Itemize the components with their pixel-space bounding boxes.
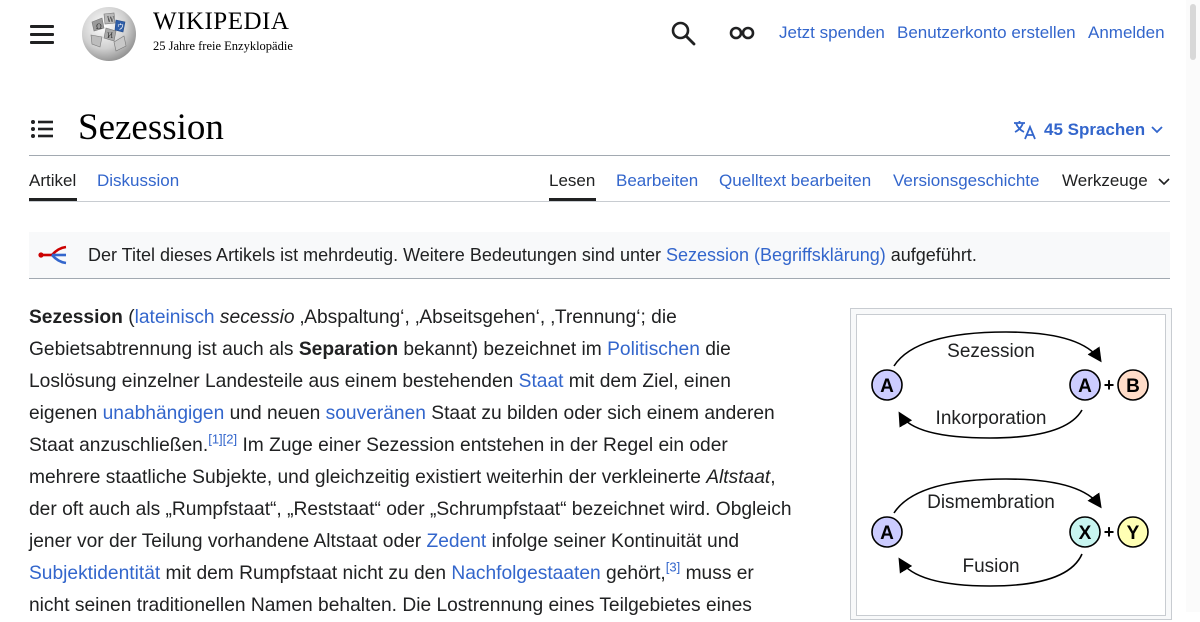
plus-sign: +: [1104, 375, 1115, 395]
node-x-label: X: [1079, 523, 1092, 544]
link-subjektidentitaet[interactable]: Subjektidentität: [29, 563, 160, 584]
link-souveraenen[interactable]: souveränen: [326, 403, 426, 424]
hatnote-text-before: Der Titel dieses Artikels ist mehrdeutig…: [88, 245, 666, 265]
wikipedia-tagline: 25 Jahre freie Enzyklopädie: [153, 39, 293, 53]
dismembration-label: Dismembration: [927, 492, 1055, 513]
tools-label: Werkzeuge: [1062, 171, 1148, 190]
tabs-divider: [29, 201, 1170, 202]
wikipedia-wordmark[interactable]: WIKIPEDIA: [153, 8, 289, 36]
incorporation-label: Inkorporation: [936, 408, 1047, 429]
tab-edit[interactable]: Bearbeiten: [616, 171, 698, 191]
text-run: mit dem Rumpfstaat nicht zu den: [160, 563, 452, 584]
link-nachfolgestaaten[interactable]: Nachfolgestaaten: [451, 563, 600, 584]
paragraph-line: Subjektidentität mit dem Rumpfstaat nich…: [29, 558, 829, 590]
text-run: gehört,: [600, 563, 666, 584]
link-lateinisch[interactable]: lateinisch: [135, 307, 215, 328]
text-run: Staat anzuschließen.: [29, 435, 209, 456]
table-of-contents-icon[interactable]: [30, 118, 54, 140]
translate-icon: [1014, 121, 1036, 140]
tab-discussion[interactable]: Diskussion: [97, 171, 179, 191]
reference-link[interactable]: [1]: [208, 432, 222, 447]
svg-text:И: И: [107, 32, 113, 40]
link-zedent[interactable]: Zedent: [427, 531, 487, 552]
donate-link[interactable]: Jetzt spenden: [779, 23, 885, 43]
scrollbar-thumb[interactable]: [1190, 4, 1196, 60]
text-run: mehrere staatliche Subjekte, und gleichz…: [29, 467, 707, 488]
language-button[interactable]: 45 Sprachen: [1012, 117, 1163, 143]
text-run: ,: [770, 467, 776, 488]
text-run: infolge seiner Kontinuität und: [486, 531, 740, 552]
svg-text:ウ: ウ: [117, 23, 124, 31]
paragraph-line: Gebietsabtrennung ist auch als Separatio…: [29, 334, 829, 366]
tools-menu[interactable]: Werkzeuge: [1062, 171, 1170, 191]
node-a-second-label: A: [880, 523, 894, 544]
secession-diagram: Sezession Inkorporation A A + B Dismembr…: [871, 331, 1149, 587]
text-run: Gebietsabtrennung ist auch als: [29, 339, 299, 360]
wikipedia-globe-logo[interactable]: Ω W ウ И: [78, 4, 140, 62]
bold-term: Separation: [298, 339, 399, 360]
text-run: (: [122, 307, 135, 328]
svg-text:W: W: [107, 16, 115, 24]
italic-term: Altstaat: [706, 467, 771, 488]
secession-label: Sezession: [947, 341, 1035, 362]
tab-history[interactable]: Versionsgeschichte: [893, 171, 1039, 191]
link-politischen[interactable]: Politischen: [607, 339, 700, 360]
svg-text:Ω: Ω: [96, 23, 102, 31]
title-divider: [29, 155, 1170, 156]
hatnote-text: Der Titel dieses Artikels ist mehrdeutig…: [88, 245, 977, 266]
italic-term: secessio: [214, 307, 295, 328]
hatnote-text-after: aufgeführt.: [885, 245, 977, 265]
text-run: eigenen: [29, 403, 103, 424]
language-count: 45 Sprachen: [1044, 120, 1146, 139]
fusion-label: Fusion: [962, 556, 1019, 577]
node-b-label: B: [1126, 376, 1140, 397]
login-link[interactable]: Anmelden: [1088, 23, 1165, 43]
plus-sign: +: [1104, 522, 1115, 542]
disambiguation-link[interactable]: Sezession (Begriffsklärung): [666, 245, 886, 265]
text-run: die: [699, 339, 731, 360]
text-run: Loslösung einzelner Landesteile aus eine…: [29, 371, 519, 392]
paragraph-line: Sezession (lateinisch secessio ‚Abspaltu…: [29, 302, 829, 334]
paragraph-line: Loslösung einzelner Landesteile aus eine…: [29, 366, 829, 398]
chevron-down-icon: [1158, 178, 1170, 186]
paragraph-line: Staat anzuschließen.[1][2] Im Zuge einer…: [29, 430, 829, 462]
paragraph-line: nicht seinen traditionellen Namen behalt…: [29, 595, 752, 616]
text-run: jener vor der Teilung vorhandene Altstaa…: [29, 531, 427, 552]
paragraph-line: mehrere staatliche Subjekte, und gleichz…: [29, 462, 829, 494]
article-intro-paragraph: Sezession (lateinisch secessio ‚Abspaltu…: [29, 302, 829, 622]
link-unabhaengigen[interactable]: unabhängigen: [103, 403, 225, 424]
node-a-label: A: [880, 376, 894, 397]
text-run: muss er: [680, 563, 754, 584]
paragraph-line: der oft auch als „Rumpfstaat“, „Reststaa…: [29, 499, 792, 520]
node-a-result-label: A: [1078, 376, 1092, 397]
node-y-label: Y: [1127, 523, 1140, 544]
bold-term: Sezession: [29, 307, 123, 328]
search-icon[interactable]: [670, 20, 696, 46]
reference-link[interactable]: [2]: [223, 432, 237, 447]
tab-read[interactable]: Lesen: [549, 171, 595, 191]
paragraph-line: eigenen unabhängigen und neuen souveräne…: [29, 398, 829, 430]
text-run: ‚Abspaltung‘, ‚Abseitsgehen‘, ‚Trennung‘…: [294, 307, 677, 328]
text-run: Staat zu bilden oder sich einem anderen: [425, 403, 775, 424]
chevron-down-icon: [1151, 126, 1163, 134]
reference-link[interactable]: [3]: [666, 560, 680, 575]
create-account-link[interactable]: Benutzerkonto erstellen: [897, 23, 1076, 43]
page-title: Sezession: [78, 107, 224, 148]
text-run: mit dem Ziel, einen: [563, 371, 731, 392]
disambiguation-icon: [38, 245, 67, 265]
scrollbar-track[interactable]: [1186, 0, 1200, 612]
text-run: und neuen: [224, 403, 326, 424]
menu-icon[interactable]: [30, 25, 54, 44]
tab-edit-source[interactable]: Quelltext bearbeiten: [719, 171, 871, 191]
paragraph-line: jener vor der Teilung vorhandene Altstaa…: [29, 526, 829, 558]
link-staat[interactable]: Staat: [519, 371, 564, 392]
tab-article[interactable]: Artikel: [29, 171, 76, 191]
text-run: Im Zuge einer Sezession entstehen in der…: [237, 435, 728, 456]
text-run: bekannt) bezeichnet im: [398, 339, 608, 360]
infinity-icon[interactable]: [728, 22, 756, 44]
